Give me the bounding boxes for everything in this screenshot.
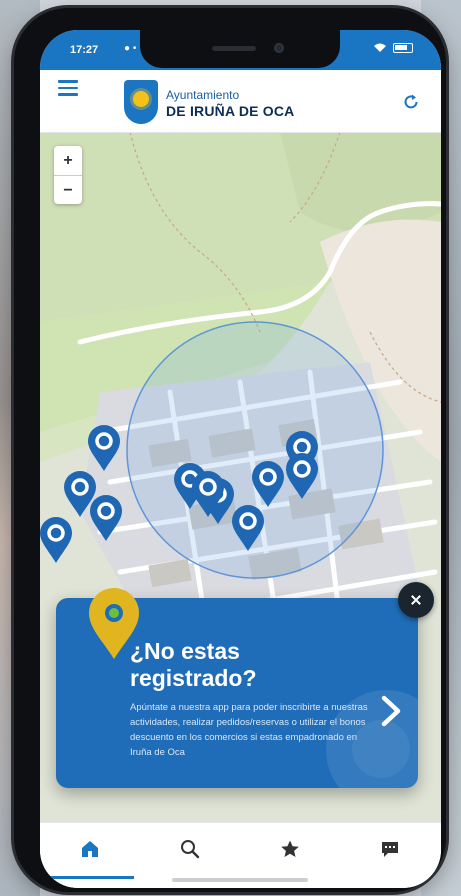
status-time: 17:27 [70, 44, 99, 56]
chat-icon [382, 842, 398, 857]
map-marker[interactable] [284, 452, 320, 500]
speaker-grille [212, 46, 256, 51]
map-marker[interactable] [190, 470, 226, 518]
active-tab-indicator [48, 876, 134, 879]
map-marker[interactable] [88, 494, 124, 542]
close-promo-button[interactable] [398, 582, 434, 618]
home-icon [82, 841, 98, 857]
notification-icons: ● • [124, 43, 137, 54]
logo-line2: DE IRUÑA DE OCA [166, 103, 295, 119]
zoom-control: + − [54, 146, 82, 204]
chevron-right-icon[interactable] [378, 694, 404, 728]
system-icons [373, 42, 413, 53]
map-marker[interactable] [40, 516, 74, 564]
star-icon [281, 840, 299, 857]
wifi-icon [374, 43, 386, 52]
promo-title-line2: registrado? [130, 665, 257, 691]
phone-screen: 17:27 ● • Ayuntamiento DE IRUÑA DE OCA +… [40, 30, 441, 888]
camera-notch [140, 30, 340, 68]
location-pin-icon [89, 588, 139, 659]
promo-title: ¿No estas registrado? [130, 638, 350, 692]
logo-line1: Ayuntamiento [166, 88, 240, 102]
refresh-icon[interactable] [402, 93, 420, 111]
municipality-shield-logo [124, 80, 158, 124]
search-icon [181, 840, 200, 859]
promo-title-line1: ¿No estas [130, 638, 240, 664]
promo-description: Apúntate a nuestra app para poder inscri… [130, 702, 368, 758]
phone-frame: 17:27 ● • Ayuntamiento DE IRUÑA DE OCA +… [14, 8, 446, 892]
front-camera [274, 43, 284, 53]
map-marker[interactable] [86, 424, 122, 472]
menu-icon[interactable] [58, 80, 78, 96]
zoom-out-button[interactable]: − [54, 176, 82, 205]
map-marker[interactable] [230, 504, 266, 552]
tab-home[interactable] [40, 823, 140, 879]
map-marker[interactable] [250, 460, 286, 508]
home-indicator [172, 878, 308, 882]
zoom-in-button[interactable]: + [54, 146, 82, 176]
tab-favorites[interactable] [240, 823, 340, 879]
tab-messages[interactable] [340, 823, 440, 879]
app-header [40, 70, 441, 133]
battery-icon [393, 42, 413, 53]
tab-search[interactable] [140, 823, 240, 879]
